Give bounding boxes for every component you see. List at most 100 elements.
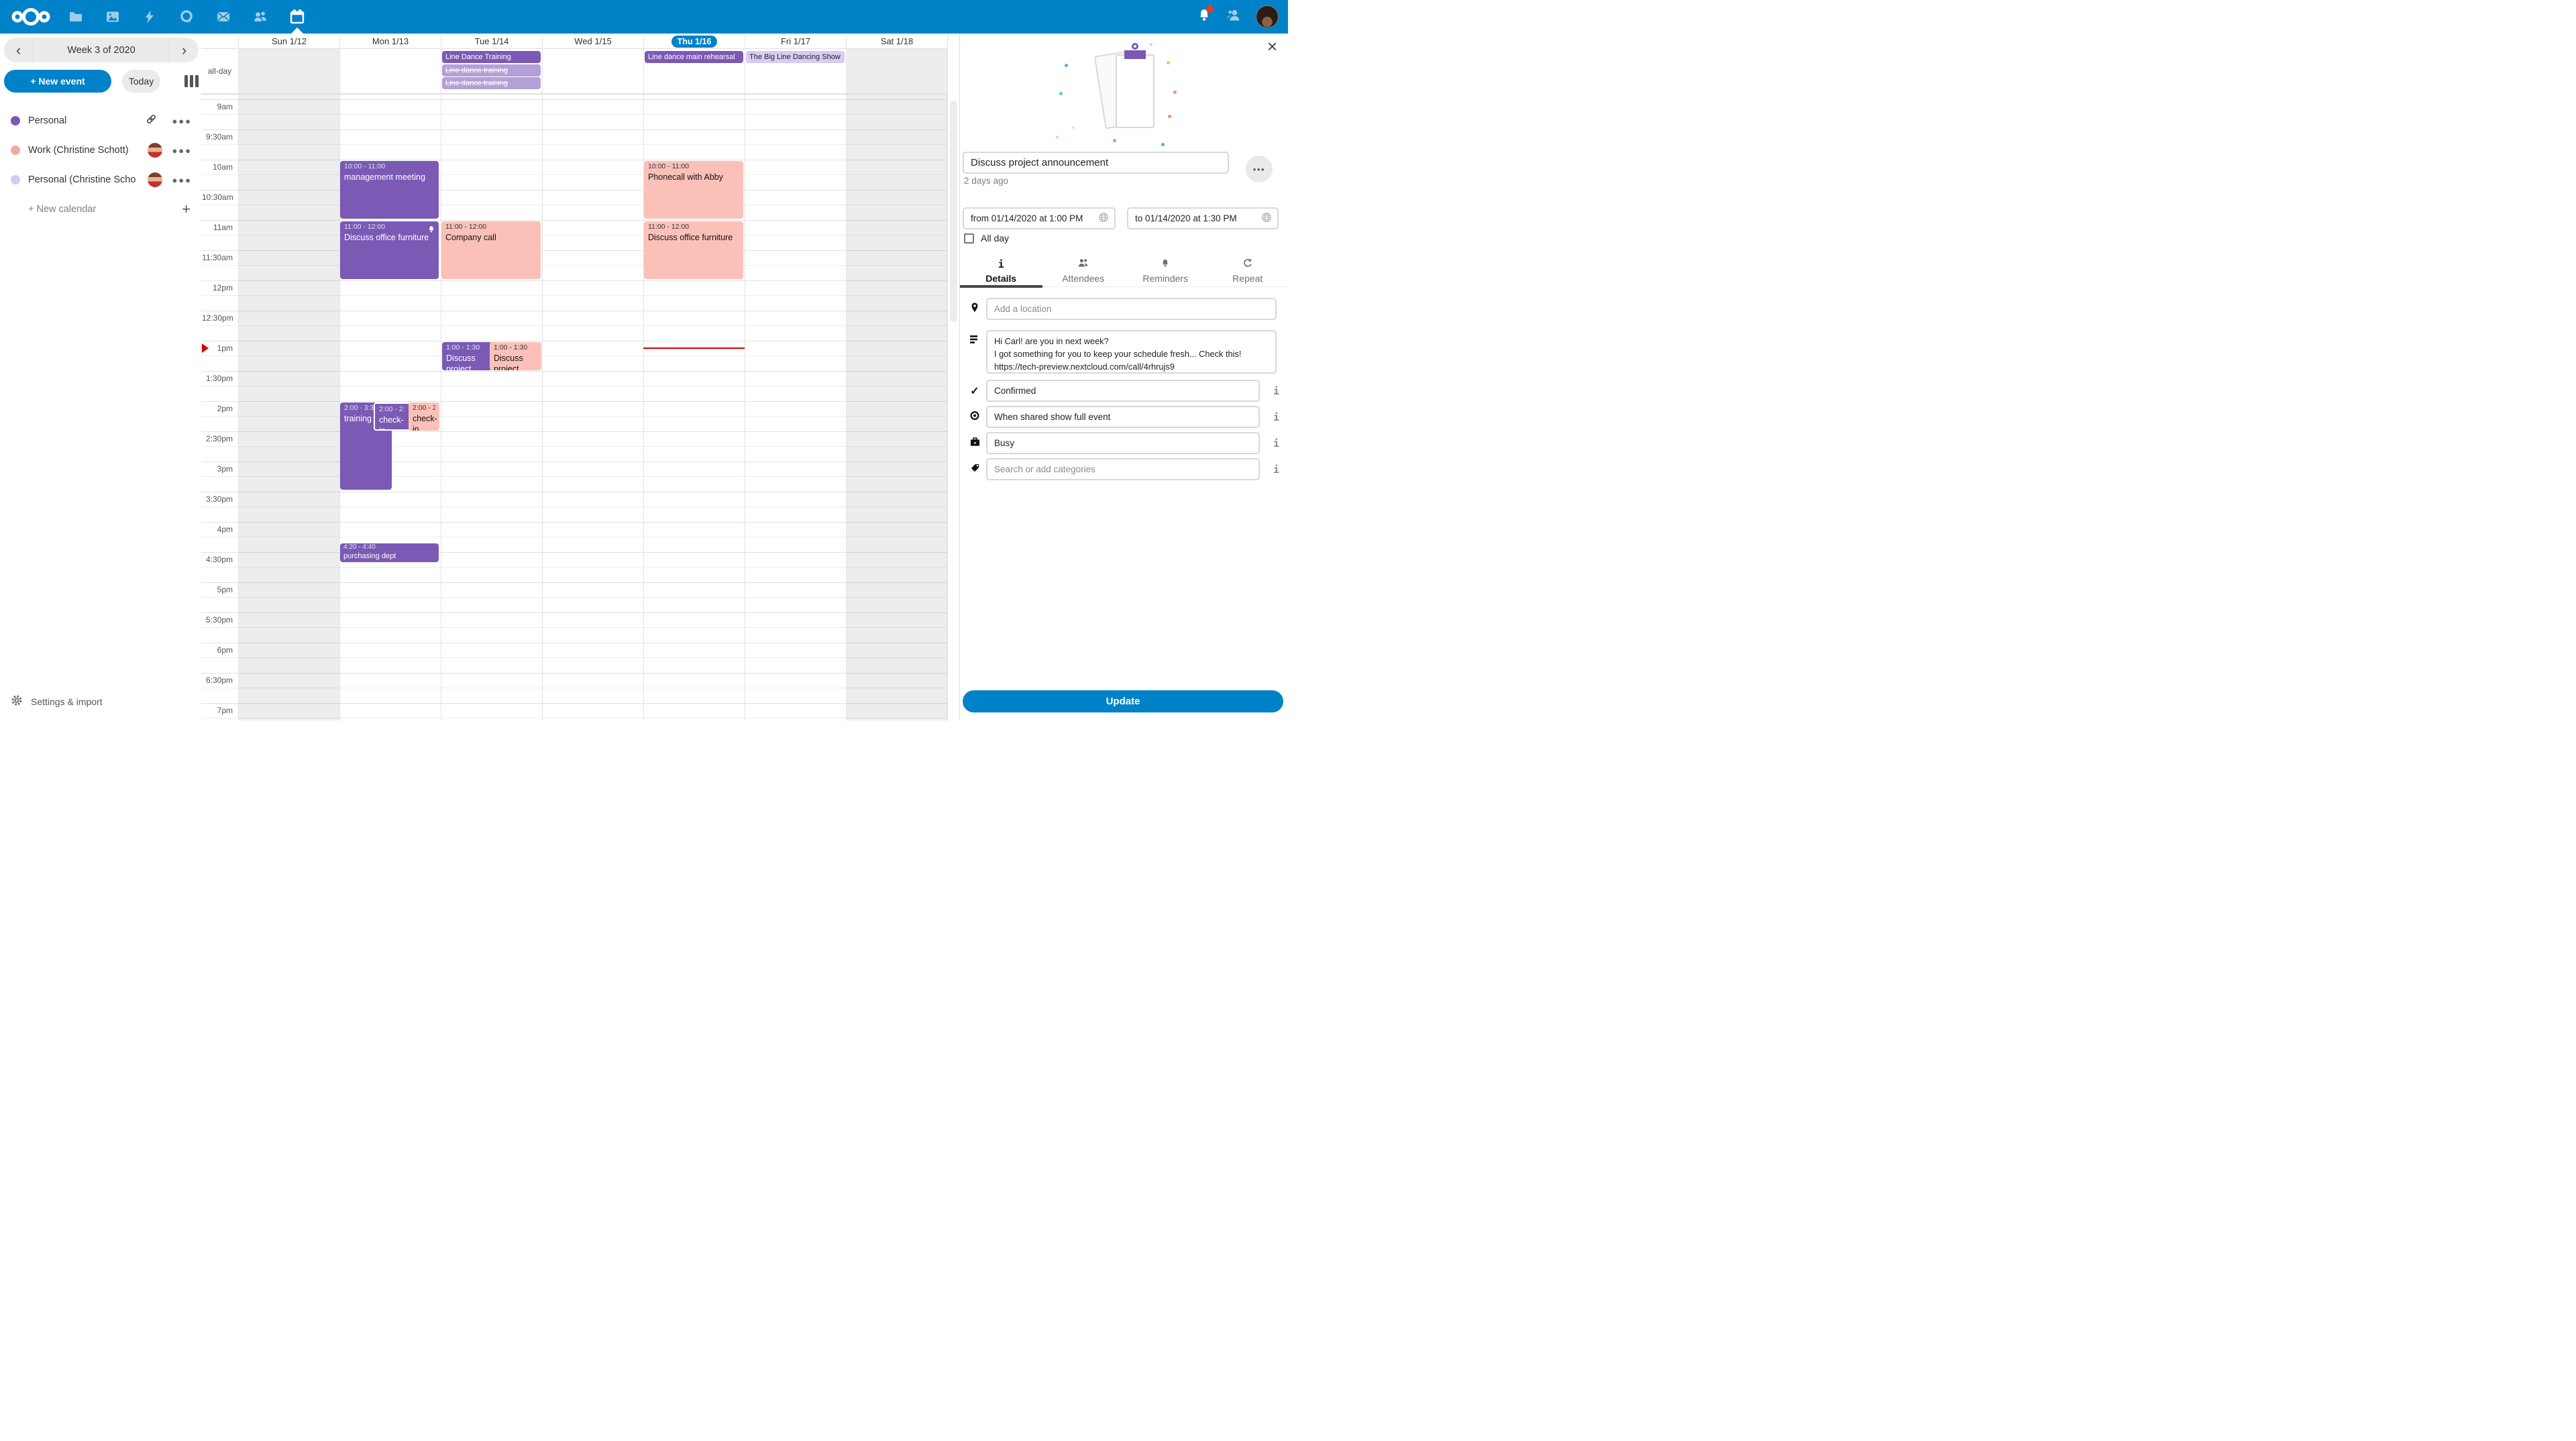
status-row: ✓ Confirmed i — [960, 380, 1288, 402]
notification-dot — [1206, 5, 1214, 13]
event-discuss-office-furniture-thu[interactable]: 11:00 - 12:00Discuss office furniture — [644, 221, 743, 279]
visibility-info-icon[interactable]: i — [1273, 411, 1279, 423]
event-discuss-office-furniture-mon[interactable]: 11:00 - 12:00Discuss office furniture — [340, 221, 439, 279]
all-day-event[interactable]: Line Dance Training — [442, 51, 541, 63]
calendar-scrollbar[interactable] — [947, 34, 959, 720]
tab-repeat[interactable]: Repeat — [1207, 255, 1289, 286]
timezone-globe-icon[interactable] — [1098, 212, 1109, 225]
all-day-event-cancelled[interactable]: Line dance training — [442, 64, 541, 76]
calendar-name: Work (Christine Schott) — [28, 145, 129, 156]
description-input[interactable]: Hi Carl! are you in next week? I got som… — [986, 330, 1277, 374]
share-link-icon[interactable] — [146, 113, 157, 128]
all-day-cell-wed[interactable] — [542, 49, 643, 93]
event-purchasing-dept[interactable]: 4:20 - 4:40purchasing dept — [340, 543, 439, 562]
nextcloud-logo-icon[interactable] — [11, 5, 51, 32]
week-label[interactable]: Week 3 of 2020 — [34, 45, 169, 56]
event-management-meeting[interactable]: 10:00 - 11:00management meeting — [340, 161, 439, 219]
contacts-menu-icon[interactable] — [1226, 8, 1241, 26]
check-icon: ✓ — [969, 384, 981, 398]
event-check-in-purple[interactable]: 2:00 - 2:30check-in — [374, 403, 411, 431]
editor-tabs: i Details Attendees Reminders Repeat — [960, 255, 1288, 287]
talk-app-icon[interactable] — [178, 0, 195, 34]
files-app-icon[interactable] — [67, 0, 85, 34]
event-phonecall-with-abby[interactable]: 10:00 - 11:00Phonecall with Abby — [644, 161, 743, 219]
previous-week-button[interactable]: ‹ — [4, 38, 34, 62]
user-avatar[interactable] — [1256, 5, 1279, 28]
calendar-item-work-christine[interactable]: Work (Christine Schott) ●●● — [0, 136, 201, 165]
day-column-tue[interactable] — [441, 95, 542, 720]
categories-row: Search or add categories i — [960, 458, 1288, 480]
status-info-icon[interactable]: i — [1273, 385, 1279, 397]
tab-reminders[interactable]: Reminders — [1124, 255, 1207, 286]
calendar-item-personal[interactable]: Personal ●●● — [0, 106, 201, 136]
photos-app-icon[interactable] — [104, 0, 121, 34]
today-button[interactable]: Today — [122, 70, 160, 93]
info-icon: i — [998, 258, 1004, 270]
status-select[interactable]: Confirmed — [986, 380, 1260, 402]
visibility-row: When shared show full event i — [960, 406, 1288, 428]
new-calendar-label: + New calendar — [28, 204, 96, 215]
day-column-fri[interactable] — [745, 95, 846, 720]
start-datetime-field[interactable]: from 01/14/2020 at 1:00 PM — [963, 207, 1116, 229]
time-label: 6:30pm — [202, 676, 233, 686]
day-header-mon[interactable]: Mon 1/13 — [339, 34, 441, 49]
event-check-in-salmon[interactable]: 2:00 - 2:30check-in — [409, 403, 439, 431]
all-day-checkbox[interactable]: All day — [964, 233, 1009, 244]
new-calendar-button[interactable]: + New calendar + — [0, 195, 201, 224]
calendar-actions-icon[interactable]: ●●● — [172, 146, 192, 156]
event-company-call[interactable]: 11:00 - 12:00Company call — [441, 221, 541, 279]
update-button[interactable]: Update — [963, 690, 1283, 712]
repeat-icon — [1242, 258, 1253, 270]
availability-select[interactable]: Busy — [986, 432, 1260, 454]
end-datetime-field[interactable]: to 01/14/2020 at 1:30 PM — [1127, 207, 1279, 229]
notifications-bell-icon[interactable] — [1197, 8, 1212, 26]
event-title-input[interactable] — [963, 152, 1229, 174]
all-day-event[interactable]: The Big Line Dancing Show — [746, 51, 845, 63]
day-header-tue[interactable]: Tue 1/14 — [441, 34, 542, 49]
event-actions-menu-button[interactable]: ••• — [1246, 156, 1273, 182]
next-week-button[interactable]: › — [169, 38, 199, 62]
categories-info-icon[interactable]: i — [1273, 464, 1279, 476]
location-row: Add a location — [960, 298, 1288, 320]
calendar-actions-icon[interactable]: ●●● — [172, 175, 192, 185]
calendar-item-personal-christine[interactable]: Personal (Christine Scho…) ●●● — [0, 165, 201, 195]
day-header-thu-today[interactable]: Thu 1/16 — [643, 34, 745, 49]
checkbox-unchecked[interactable] — [964, 233, 974, 244]
mail-app-icon[interactable] — [215, 0, 232, 34]
briefcase-icon — [969, 437, 981, 449]
calendar-app-icon[interactable] — [288, 0, 306, 34]
event-discuss-project[interactable]: 1:00 - 1:30Discuss project — [490, 342, 541, 370]
day-header-sun[interactable]: Sun 1/12 — [238, 34, 339, 49]
close-icon[interactable]: × — [1267, 38, 1277, 55]
settings-import-button[interactable]: Settings & import — [0, 690, 201, 714]
all-day-cell-mon[interactable] — [339, 49, 441, 93]
day-header-sat[interactable]: Sat 1/18 — [846, 34, 947, 49]
day-header-wed[interactable]: Wed 1/15 — [542, 34, 643, 49]
plus-icon[interactable]: + — [182, 201, 191, 218]
event-discuss-project-announcement[interactable]: 1:00 - 1:30Discuss project announcement — [442, 342, 492, 370]
availability-info-icon[interactable]: i — [1273, 437, 1279, 449]
contacts-app-icon[interactable] — [252, 0, 269, 34]
day-column-sun[interactable] — [238, 95, 339, 720]
activity-app-icon[interactable] — [141, 0, 158, 34]
scrollbar-thumb[interactable] — [950, 101, 957, 322]
all-day-cell-sun[interactable] — [238, 49, 339, 93]
tab-details[interactable]: i Details — [960, 255, 1042, 286]
day-header-fri[interactable]: Fri 1/17 — [745, 34, 846, 49]
reminder-bell-icon — [427, 224, 435, 238]
location-input[interactable]: Add a location — [986, 298, 1277, 320]
timezone-globe-icon[interactable] — [1261, 212, 1272, 225]
day-column-wed[interactable] — [542, 95, 643, 720]
all-day-event[interactable]: Line dance main rehearsal — [645, 51, 743, 63]
calendar-actions-icon[interactable]: ●●● — [172, 116, 192, 126]
tab-attendees[interactable]: Attendees — [1042, 255, 1125, 286]
visibility-select[interactable]: When shared show full event — [986, 406, 1260, 428]
week-view-toggle-icon[interactable] — [184, 75, 199, 87]
all-day-event-cancelled[interactable]: Line dance training — [442, 77, 541, 89]
new-event-button[interactable]: + New event — [4, 70, 111, 93]
time-label: 4pm — [202, 525, 233, 535]
categories-input[interactable]: Search or add categories — [986, 458, 1260, 480]
all-day-cell-sat[interactable] — [846, 49, 947, 93]
day-column-sat[interactable] — [846, 95, 947, 720]
tag-icon — [969, 463, 981, 476]
